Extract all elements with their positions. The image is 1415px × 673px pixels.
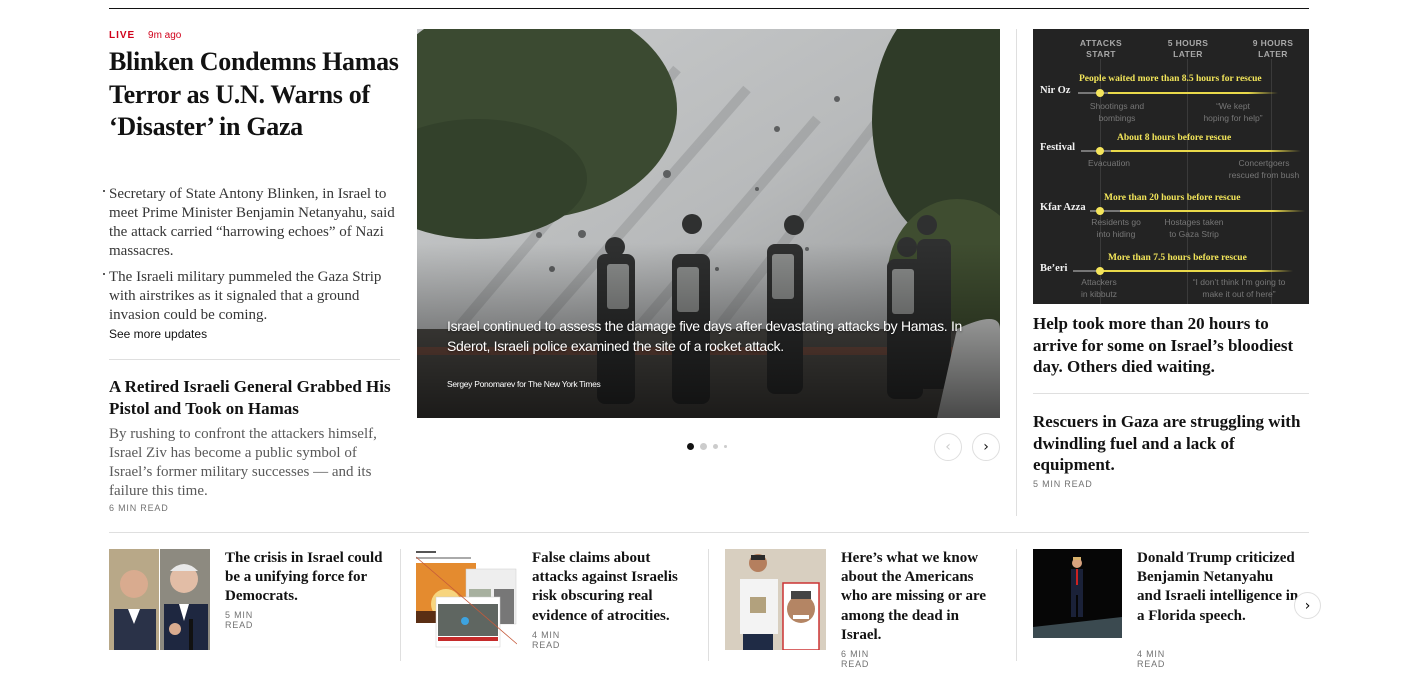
timeline-location: Nir Oz — [1040, 85, 1071, 96]
read-time: 4 MIN READ — [532, 630, 561, 650]
story-headline[interactable]: A Retired Israeli General Grabbed His Pi… — [109, 376, 401, 420]
read-time: 5 MIN READ — [1033, 479, 1093, 489]
column-head: 5 HOURS LATER — [1167, 38, 1209, 59]
timeline-label: About 8 hours before rescue — [1117, 133, 1232, 143]
lead-photo[interactable] — [417, 29, 1000, 418]
divider — [1033, 393, 1309, 394]
next-slide-button[interactable]: › — [972, 433, 1000, 461]
slide-dot[interactable] — [713, 444, 718, 449]
timeline-label: People waited more than 8.5 hours for re… — [1079, 74, 1262, 84]
column-head: ATTACKS START — [1079, 38, 1123, 59]
story-thumbnail[interactable] — [109, 549, 210, 650]
column-divider — [1016, 29, 1017, 516]
story-headline[interactable]: Donald Trump criticized Benjamin Netanya… — [1137, 549, 1299, 626]
previous-slide-button[interactable]: ‹ — [934, 433, 962, 461]
live-label: LIVE — [109, 30, 136, 41]
chevron-right-icon: › — [1304, 597, 1311, 614]
thumbnail-image — [1033, 549, 1122, 638]
photo-credit: Sergey Ponomarev for The New York Times — [447, 379, 601, 389]
section-top-rule — [109, 8, 1309, 9]
story-headline[interactable]: Here’s what we know about the Americans … — [841, 549, 1003, 645]
story-headline[interactable]: The crisis in Israel could be a unifying… — [225, 549, 387, 607]
chevron-left-icon: ‹ — [945, 439, 951, 455]
timeline-label: More than 7.5 hours before rescue — [1108, 253, 1247, 263]
story-thumbnail[interactable] — [416, 549, 517, 650]
timeline-location: Festival — [1040, 142, 1075, 153]
section-divider — [109, 532, 1309, 533]
story-thumbnail[interactable] — [725, 549, 826, 650]
slide-indicator — [687, 443, 727, 450]
read-time: 6 MIN READ — [841, 649, 870, 669]
timeline-note: Concertgoers rescued from bush — [1228, 158, 1300, 180]
timeline-start-dot — [1096, 267, 1104, 275]
timeline-bar — [1090, 210, 1305, 212]
timeline-start-dot — [1096, 147, 1104, 155]
timeline-note: Shootings and bombings — [1089, 101, 1145, 123]
slide-dot[interactable] — [700, 443, 707, 450]
timeline-bar — [1073, 270, 1293, 272]
story-summary[interactable]: By rushing to confront the attackers him… — [109, 425, 401, 501]
timeline-note: Evacuation — [1087, 158, 1131, 168]
see-more-updates-link[interactable]: See more updates — [109, 327, 207, 341]
story-thumbnail[interactable] — [1033, 549, 1134, 638]
read-time: 5 MIN READ — [225, 610, 254, 630]
timeline-start-dot — [1096, 207, 1104, 215]
live-indicator: LIVE 9m ago — [109, 30, 181, 41]
read-time: 4 MIN READ — [1137, 649, 1166, 669]
carousel-next-button[interactable]: › — [1294, 592, 1321, 619]
grid-line — [1271, 59, 1272, 304]
column-divider — [1016, 549, 1017, 661]
timeline-note: “I don’t think I’m going to make it out o… — [1192, 277, 1286, 299]
thumbnail-image — [725, 549, 826, 650]
lead-headline[interactable]: Blinken Condemns Hamas Terror as U.N. Wa… — [109, 46, 399, 144]
lead-bullet[interactable]: The Israeli military pummeled the Gaza S… — [103, 268, 401, 325]
lead-bullet-list: Secretary of State Antony Blinken, in Is… — [103, 185, 401, 332]
timeline-note: Attackers in kibbutz — [1081, 277, 1117, 299]
slide-dot[interactable] — [724, 445, 727, 448]
timeline-location: Be’eri — [1040, 263, 1068, 274]
live-timestamp: 9m ago — [148, 30, 182, 41]
timeline-bar — [1078, 92, 1278, 94]
thumbnail-image — [109, 549, 210, 650]
timeline-bar — [1081, 150, 1301, 152]
thumbnail-image — [416, 549, 517, 650]
story-headline[interactable]: Rescuers in Gaza are struggling with dwi… — [1033, 411, 1309, 476]
timeline-start-dot — [1096, 89, 1104, 97]
timeline-label: More than 20 hours before rescue — [1104, 193, 1241, 203]
timeline-location: Kfar Azza — [1040, 202, 1086, 213]
divider — [109, 359, 400, 360]
story-headline[interactable]: False claims about attacks against Israe… — [532, 549, 694, 626]
timeline-note: Hostages taken to Gaza Strip — [1164, 217, 1224, 239]
timeline-note: Residents go into hiding — [1091, 217, 1141, 239]
lead-photo-image — [417, 29, 1000, 418]
grid-line — [1187, 59, 1188, 304]
column-divider — [708, 549, 709, 661]
read-time: 6 MIN READ — [109, 503, 169, 513]
photo-caption: Israel continued to assess the damage fi… — [447, 318, 963, 354]
story-headline[interactable]: Help took more than 20 hours to arrive f… — [1033, 313, 1309, 378]
chevron-right-icon: › — [983, 439, 989, 455]
lead-bullet[interactable]: Secretary of State Antony Blinken, in Is… — [103, 185, 401, 261]
rescue-timeline-graphic[interactable]: ATTACKS START 5 HOURS LATER 9 HOURS LATER P… — [1033, 29, 1309, 304]
timeline-note: “We kept hoping for help” — [1203, 101, 1263, 123]
slide-dot-active[interactable] — [687, 443, 694, 450]
column-head: 9 HOURS LATER — [1252, 38, 1294, 59]
column-divider — [400, 549, 401, 661]
